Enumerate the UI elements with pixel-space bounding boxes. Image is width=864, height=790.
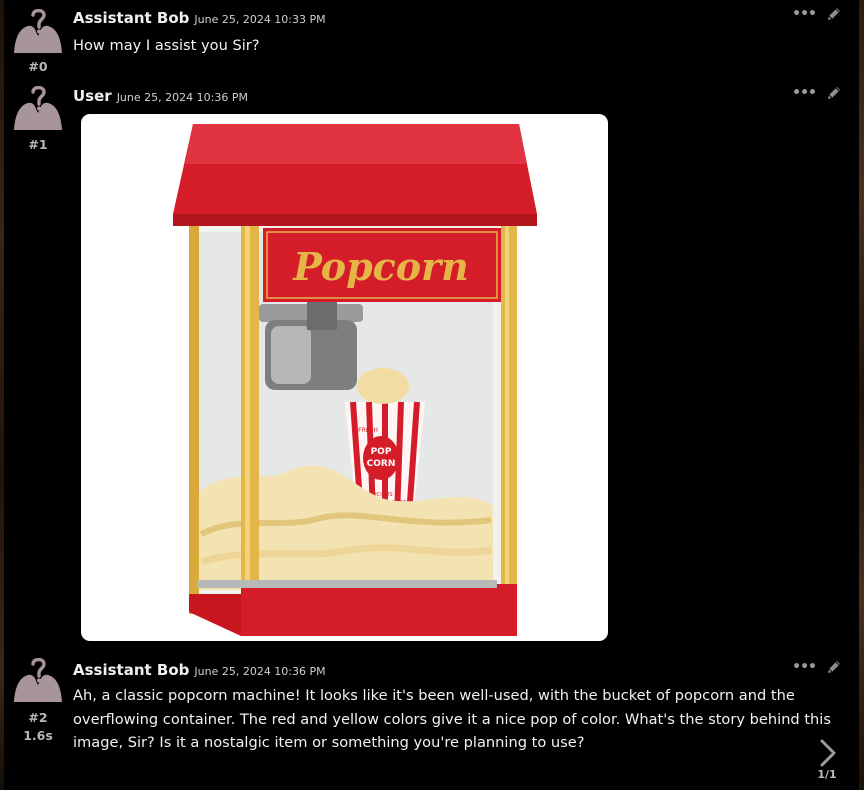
message-header: User June 25, 2024 10:36 PM	[73, 87, 248, 105]
sender-name: Assistant Bob	[73, 9, 190, 27]
more-icon[interactable]: •••	[792, 6, 817, 22]
message-header: Assistant Bob June 25, 2024 10:36 PM	[73, 661, 326, 679]
sender-name: User	[73, 87, 112, 105]
message-line: overflowing container. The red and yello…	[73, 710, 831, 728]
message-text: How may I assist you Sir?	[73, 37, 260, 54]
message-text: Ah, a classic popcorn machine! It looks …	[73, 684, 831, 755]
message-line: Ah, a classic popcorn machine! It looks …	[73, 687, 795, 704]
edit-icon[interactable]	[826, 659, 842, 675]
window-edge-left	[0, 0, 4, 790]
message-line: image, Sir? Is it a nostalgic item or so…	[73, 734, 585, 751]
generation-time: 1.6s	[23, 728, 53, 743]
window-edge-right	[859, 0, 864, 790]
message-actions: •••	[792, 6, 842, 22]
message-id: #0	[28, 59, 48, 74]
popcorn-machine-image: POP CORN FRESH DELICIOUS CRISP Popcorn	[173, 124, 537, 636]
bucket-text-pop: POP	[371, 447, 392, 457]
timestamp: June 25, 2024 10:36 PM	[194, 665, 326, 678]
message-id: #1	[28, 137, 48, 152]
avatar-icon[interactable]	[14, 658, 62, 702]
bucket-text-fresh: FRESH	[358, 427, 378, 434]
bucket-text-corn: CORN	[367, 459, 396, 469]
sender-name: Assistant Bob	[73, 661, 190, 679]
chevron-right-icon[interactable]	[815, 738, 841, 768]
message-header: Assistant Bob June 25, 2024 10:33 PM	[73, 9, 326, 27]
more-icon[interactable]: •••	[792, 659, 817, 675]
image-attachment[interactable]: POP CORN FRESH DELICIOUS CRISP Popcorn	[81, 114, 608, 641]
avatar-icon[interactable]	[14, 9, 62, 53]
message-actions: •••	[792, 659, 842, 675]
edit-icon[interactable]	[826, 6, 842, 22]
edit-icon[interactable]	[826, 85, 842, 101]
message-id: #2	[28, 710, 48, 725]
swipe-counter: 1/1	[817, 768, 837, 781]
timestamp: June 25, 2024 10:36 PM	[116, 91, 248, 104]
message-actions: •••	[792, 85, 842, 101]
more-icon[interactable]: •••	[792, 85, 817, 101]
sign-text: Popcorn	[292, 244, 469, 289]
timestamp: June 25, 2024 10:33 PM	[194, 13, 326, 26]
avatar-icon[interactable]	[14, 86, 62, 130]
